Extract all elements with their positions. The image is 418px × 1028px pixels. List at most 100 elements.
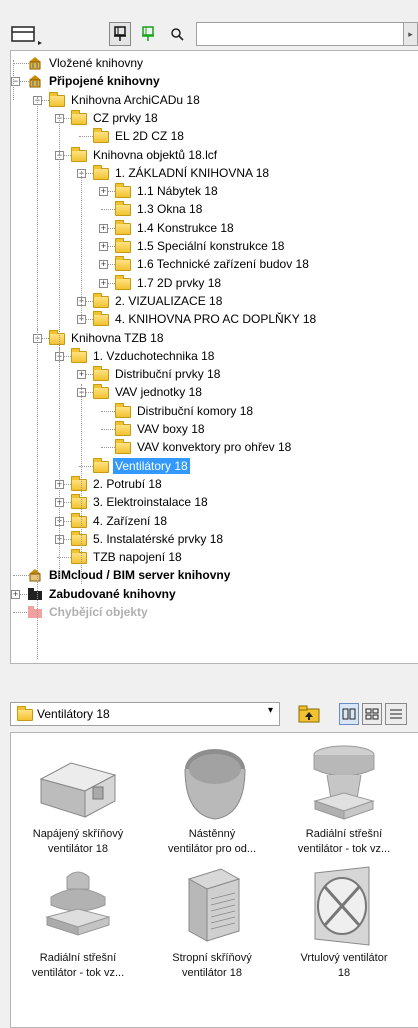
tree-item[interactable]: 1.7 2D prvky 18 — [115, 274, 223, 292]
tree-item-label: 5. Instalatérské prvky 18 — [93, 531, 224, 546]
tree-item[interactable]: 3. Elektroinstalace 18 — [71, 493, 210, 511]
tree-item[interactable]: 1.1 Nábytek 18 — [115, 182, 220, 200]
folder-select-value: Ventilátory 18 — [37, 707, 110, 721]
expand-icon[interactable]: + — [99, 278, 108, 288]
toolbar: ▸ — [0, 22, 418, 48]
tree-item-label: Chybějící objekty — [49, 605, 148, 619]
folder-icon — [93, 164, 109, 180]
expand-icon[interactable]: + — [77, 370, 86, 380]
folder-icon — [115, 201, 131, 217]
folder-select[interactable]: Ventilátory 18 ▾ — [10, 702, 280, 726]
tree-item-label: BIMcloud / BIM server knihovny — [49, 568, 231, 583]
small-icons-view-icon[interactable] — [362, 703, 382, 725]
tree-item-label: Ventilátory 18 — [113, 457, 190, 474]
folder-icon — [93, 128, 109, 144]
list-view-icon[interactable] — [385, 703, 407, 725]
object-label-line2: 18 — [337, 967, 351, 979]
tree-item[interactable]: 1.3 Okna 18 — [115, 200, 204, 218]
object-label-line2: ventilátor pro od... — [167, 843, 257, 855]
object-item[interactable]: Radiální střešní ventilátor - tok vz... — [11, 863, 145, 981]
tree-item[interactable]: VAV konvektory pro ohřev 18 — [115, 438, 293, 456]
tree-item[interactable]: Distribuční komory 18 — [115, 402, 255, 420]
magnifier-icon[interactable] — [166, 22, 188, 46]
object-item[interactable]: Vrtulový ventilátor 18 — [277, 863, 411, 981]
tree-item-label: 2. Potrubí 18 — [93, 476, 162, 491]
folder-icon — [71, 549, 87, 565]
tree-item-label: 1.4 Konstrukce 18 — [137, 220, 234, 235]
tree-item[interactable]: 2. Potrubí 18 — [71, 475, 164, 493]
tree-item[interactable]: Vložené knihovny — [27, 54, 145, 72]
tree-item[interactable]: 2. VIZUALIZACE 18 — [93, 292, 224, 310]
tree-guide — [59, 347, 60, 577]
tree-guide — [81, 171, 82, 321]
tree-guide — [13, 60, 14, 100]
expand-icon[interactable]: + — [11, 589, 20, 599]
tree-item-label: 1. ZÁKLADNÍ KNIHOVNA 18 — [115, 165, 270, 180]
tree-item-label: EL 2D CZ 18 — [115, 129, 184, 144]
object-item[interactable]: Stropní skříňový ventilátor 18 — [145, 863, 279, 981]
object-label-line2: ventilátor - tok vz... — [31, 967, 125, 979]
tree-item-label: Knihovna TZB 18 — [71, 330, 164, 345]
object-item[interactable]: Nástěnný ventilátor pro od... — [145, 739, 279, 857]
tree-item-label: VAV konvektory pro ohřev 18 — [137, 440, 292, 455]
tree-item[interactable]: 5. Instalatérské prvky 18 — [71, 530, 225, 548]
tree-item[interactable]: Ventilátory 18 — [93, 457, 190, 475]
chevron-down-icon[interactable]: ▾ — [268, 705, 273, 716]
search-input[interactable] — [196, 22, 404, 46]
tree-item[interactable]: Knihovna objektů 18.lcf — [71, 146, 219, 164]
tree-item[interactable]: Distribuční prvky 18 — [93, 365, 222, 383]
expand-icon[interactable]: + — [99, 187, 108, 197]
tree-item[interactable]: 4. Zařízení 18 — [71, 512, 169, 530]
tree-item[interactable]: CZ prvky 18 — [71, 109, 160, 127]
search-scroll-arrow[interactable]: ▸ — [404, 22, 418, 46]
tree-item[interactable]: 1.4 Konstrukce 18 — [115, 219, 236, 237]
object-label-line1: Radiální střešní — [305, 828, 383, 840]
folder-icon — [17, 706, 33, 721]
tree-item[interactable]: 4. KNIHOVNA PRO AC DOPLŇKY 18 — [93, 310, 318, 328]
tree-item-label: Distribuční komory 18 — [137, 403, 254, 418]
tree-item-label: 1.6 Technické zařízení budov 18 — [137, 257, 309, 272]
pin-green-icon[interactable] — [138, 22, 158, 46]
large-icons-view-icon[interactable] — [339, 703, 359, 725]
linked-library-icon — [27, 74, 43, 88]
tree-item[interactable]: VAV boxy 18 — [115, 420, 207, 438]
tree-item-label: 1.7 2D prvky 18 — [137, 275, 222, 290]
tree-item[interactable]: Zabudované knihovny — [27, 585, 178, 603]
tree-item[interactable]: TZB napojení 18 — [71, 548, 184, 566]
tree-item-label: CZ prvky 18 — [93, 110, 158, 125]
tree-item-label: 1.1 Nábytek 18 — [137, 184, 218, 199]
tree-item[interactable]: BIMcloud / BIM server knihovny — [27, 566, 232, 584]
object-item[interactable]: Radiální střešní ventilátor - tok vz... — [277, 739, 411, 857]
axial-fan-icon — [277, 863, 411, 951]
tree-item[interactable]: Knihovna TZB 18 — [49, 329, 166, 347]
tree-item[interactable]: VAV jednotky 18 — [93, 383, 204, 401]
roof-fan-icon — [277, 739, 411, 827]
tree-guide — [59, 152, 60, 362]
expand-icon[interactable]: + — [99, 260, 108, 270]
object-item[interactable]: Napájený skříňový ventilátor 18 — [11, 739, 145, 857]
folder-icon — [115, 274, 131, 290]
tree-item[interactable]: 1. ZÁKLADNÍ KNIHOVNA 18 — [93, 164, 271, 182]
bimcloud-library-icon — [27, 568, 43, 582]
tree-item[interactable]: Chybějící objekty — [27, 603, 150, 621]
tree-guide — [37, 97, 38, 357]
tree-item[interactable]: EL 2D CZ 18 — [93, 127, 186, 145]
tree-item[interactable]: Knihovna ArchiCADu 18 — [49, 91, 202, 109]
pin-icon[interactable] — [109, 22, 131, 46]
library-tree: Vložené knihovny − Připojené knihovny − Knih… — [10, 50, 418, 664]
expand-icon[interactable]: + — [99, 242, 108, 251]
tree-item[interactable]: 1.6 Technické zařízení budov 18 — [115, 255, 311, 273]
folder-icon — [71, 109, 87, 125]
folder-icon — [93, 366, 109, 382]
folder-up-button[interactable] — [296, 702, 324, 726]
folder-icon — [93, 457, 109, 473]
tree-item[interactable]: 1.5 Speciální konstrukce 18 — [115, 237, 286, 255]
folder-icon — [71, 146, 87, 162]
tree-item-label: 1.5 Speciální konstrukce 18 — [137, 239, 285, 253]
tree-guide — [81, 384, 82, 584]
tree-item[interactable]: Připojené knihovny — [27, 72, 162, 90]
panel-view-icon[interactable] — [9, 22, 45, 46]
expand-icon[interactable]: + — [99, 223, 108, 233]
wall-fan-icon — [145, 739, 279, 827]
tree-item[interactable]: 1. Vzduchotechnika 18 — [71, 347, 216, 365]
